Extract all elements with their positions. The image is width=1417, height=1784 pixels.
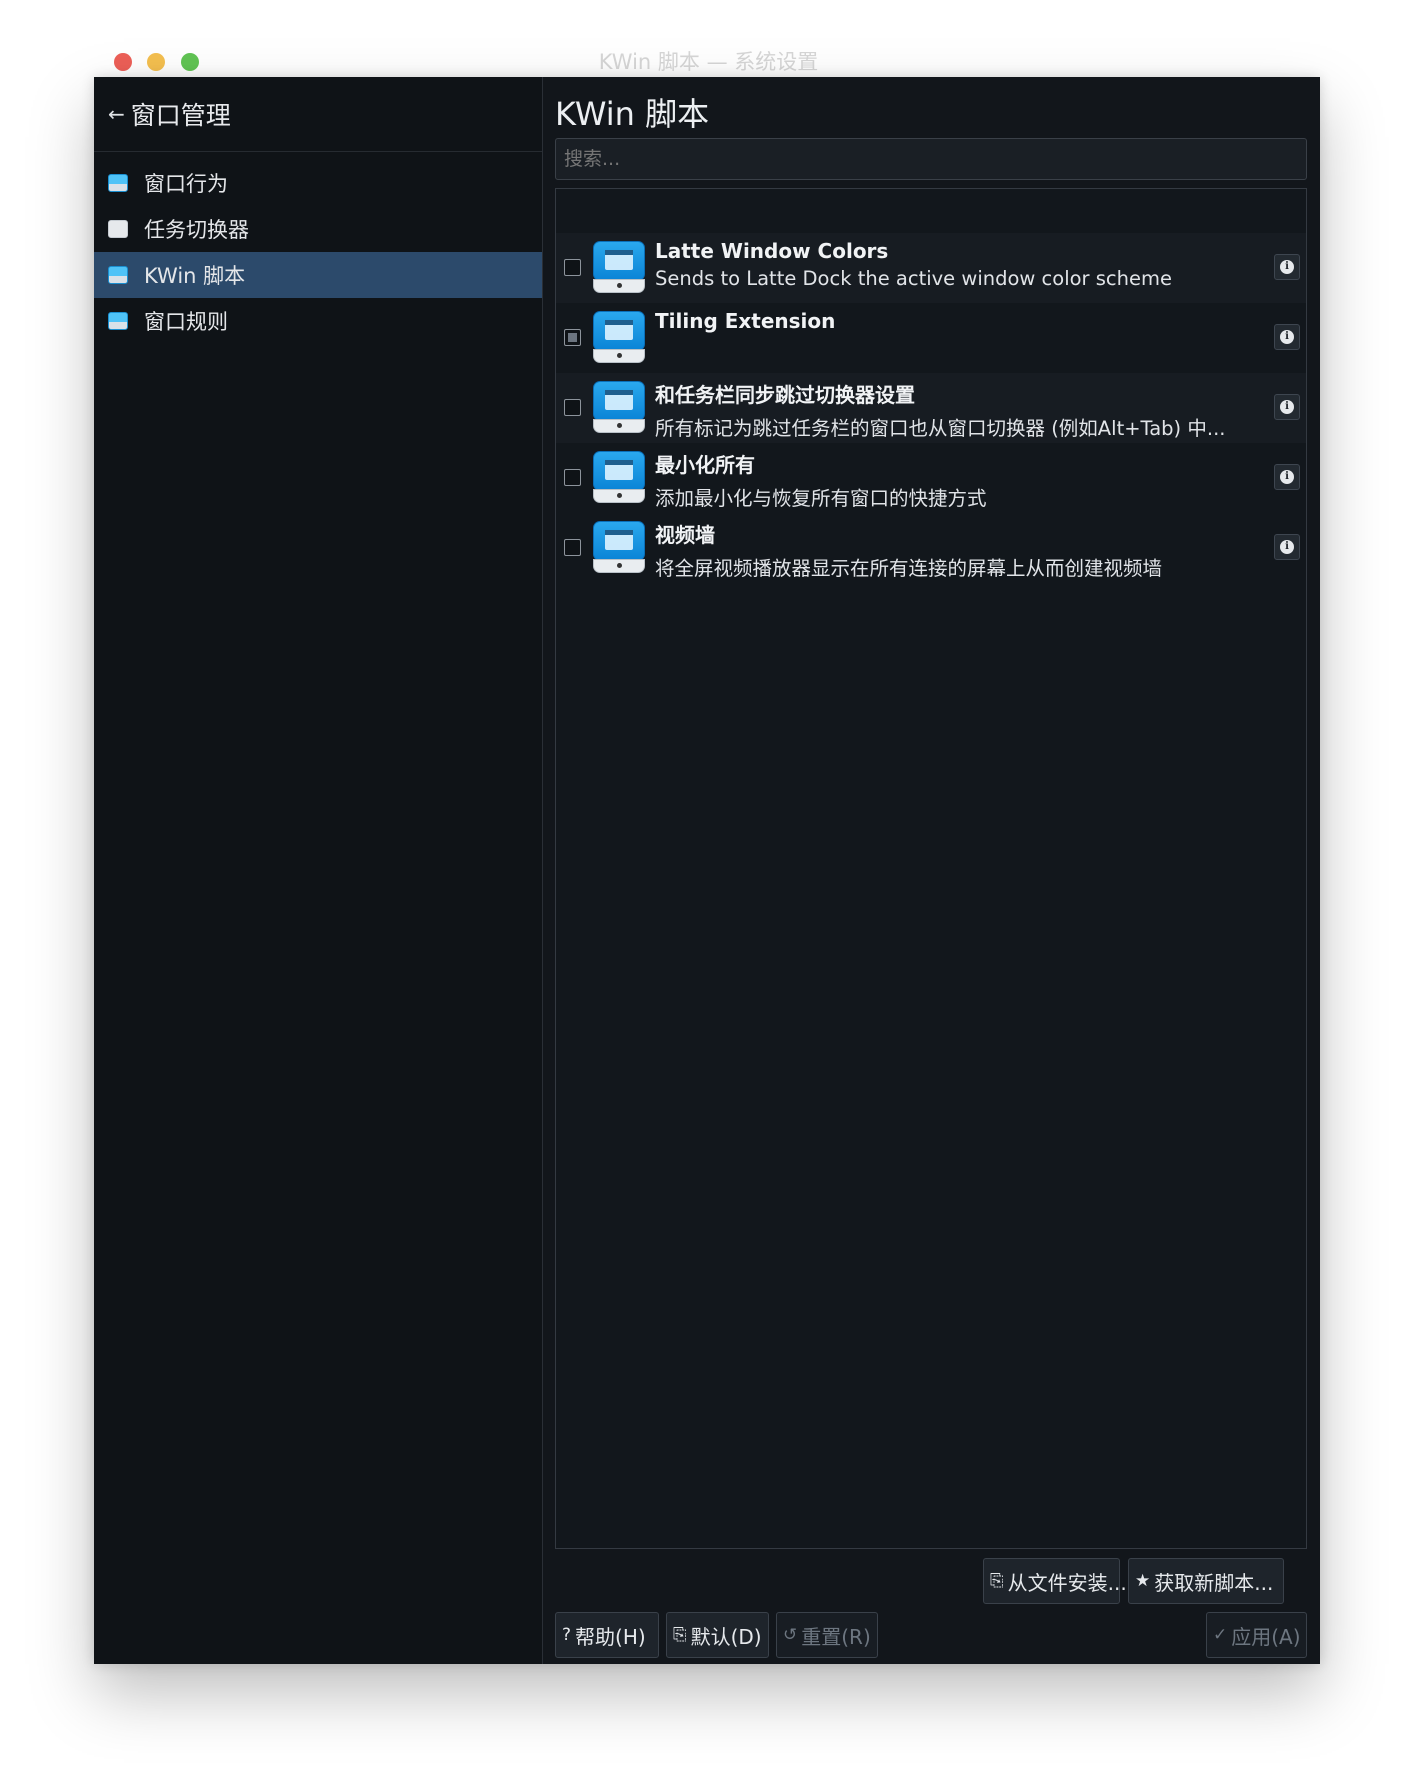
enable-checkbox[interactable]: [564, 469, 581, 486]
default-label: 默认(D): [690, 1624, 762, 1649]
script-app-icon: [593, 521, 645, 575]
defaults-icon: ⎘: [673, 1625, 687, 1645]
sidebar-back-header[interactable]: ← 窗口管理: [94, 77, 542, 152]
list-item[interactable]: 和任务栏同步跳过切换器设置 所有标记为跳过任务栏的窗口也从窗口切换器 (例如Al…: [556, 373, 1306, 443]
info-icon: i: [1280, 400, 1294, 414]
sidebar-item-kwin-scripts[interactable]: KWin 脚本: [94, 252, 542, 298]
window-icon: [108, 266, 128, 284]
list-item[interactable]: 最小化所有 添加最小化与恢复所有窗口的快捷方式 i: [556, 443, 1306, 513]
script-title: 最小化所有: [655, 453, 755, 477]
enable-checkbox[interactable]: [564, 329, 581, 346]
info-icon: i: [1280, 540, 1294, 554]
sidebar-item-window-rules[interactable]: 窗口规则: [94, 298, 542, 344]
sidebar-item-label: 窗口规则: [144, 310, 228, 334]
star-icon: ★: [1135, 1571, 1151, 1591]
apply-label: 应用(A): [1231, 1624, 1301, 1649]
install-icon: ⎘: [990, 1571, 1004, 1591]
about-button[interactable]: i: [1274, 394, 1300, 420]
page-title: KWin 脚本: [555, 95, 710, 133]
sidebar-item-window-behavior[interactable]: 窗口行为: [94, 160, 542, 206]
help-icon: ?: [562, 1625, 572, 1645]
enable-checkbox[interactable]: [564, 539, 581, 556]
undo-icon: ↺: [783, 1625, 798, 1645]
script-description: 所有标记为跳过任务栏的窗口也从窗口切换器 (例如Alt+Tab) 中...: [655, 417, 1226, 440]
install-label: 从文件安装...: [1007, 1570, 1127, 1595]
script-title: Tiling Extension: [655, 309, 836, 333]
info-icon: i: [1280, 330, 1294, 344]
window-title: KWin 脚本 — 系统设置: [598, 50, 819, 74]
sidebar: ← 窗口管理 窗口行为 任务切换器 KWin 脚本 窗口规则: [94, 77, 543, 1664]
script-app-icon: [593, 311, 645, 365]
get-new-scripts-button[interactable]: ★ 获取新脚本...: [1128, 1558, 1284, 1604]
install-from-file-button[interactable]: ⎘ 从文件安装...: [983, 1558, 1127, 1604]
script-app-icon: [593, 241, 645, 295]
box-icon: [108, 220, 128, 238]
sidebar-item-task-switcher[interactable]: 任务切换器: [94, 206, 542, 252]
list-item[interactable]: Latte Window Colors Sends to Latte Dock …: [556, 233, 1306, 303]
sidebar-item-label: 窗口行为: [144, 172, 228, 196]
script-description: 添加最小化与恢复所有窗口的快捷方式: [655, 487, 987, 510]
enable-checkbox[interactable]: [564, 259, 581, 276]
list-item[interactable]: 视频墙 将全屏视频播放器显示在所有连接的屏幕上从而创建视频墙 i: [556, 513, 1306, 583]
sidebar-item-label: KWin 脚本: [144, 264, 246, 288]
scripts-list: Latte Window Colors Sends to Latte Dock …: [555, 188, 1307, 1549]
script-title: 视频墙: [655, 523, 715, 547]
sidebar-list: 窗口行为 任务切换器 KWin 脚本 窗口规则: [94, 152, 542, 344]
help-label: 帮助(H): [575, 1624, 646, 1649]
script-title: Latte Window Colors: [655, 239, 889, 263]
main-panel: KWin 脚本 Latte Window Colors Sends to Lat…: [543, 77, 1320, 1664]
script-app-icon: [593, 381, 645, 435]
sidebar-item-label: 任务切换器: [144, 218, 249, 242]
script-description: Sends to Latte Dock the active window co…: [655, 267, 1172, 290]
script-app-icon: [593, 451, 645, 505]
help-button[interactable]: ? 帮助(H): [555, 1612, 659, 1658]
about-button[interactable]: i: [1274, 324, 1300, 350]
about-button[interactable]: i: [1274, 464, 1300, 490]
search-input[interactable]: [555, 138, 1307, 180]
window-icon: [108, 312, 128, 330]
info-icon: i: [1280, 470, 1294, 484]
system-settings-window: ← 窗口管理 窗口行为 任务切换器 KWin 脚本 窗口规则 KWin 脚本 搜…: [94, 77, 1320, 1664]
checkmark-icon: ✓: [1213, 1625, 1228, 1645]
about-button[interactable]: i: [1274, 254, 1300, 280]
back-arrow-icon[interactable]: ←: [108, 102, 125, 126]
script-title: 和任务栏同步跳过切换器设置: [655, 383, 915, 407]
sidebar-header-label: 窗口管理: [130, 101, 231, 130]
script-description: 将全屏视频播放器显示在所有连接的屏幕上从而创建视频墙: [655, 557, 1163, 580]
get-new-label: 获取新脚本...: [1154, 1570, 1274, 1595]
reset-label: 重置(R): [801, 1624, 871, 1649]
defaults-button[interactable]: ⎘ 默认(D): [666, 1612, 769, 1658]
apply-button[interactable]: ✓ 应用(A): [1206, 1612, 1307, 1658]
about-button[interactable]: i: [1274, 534, 1300, 560]
enable-checkbox[interactable]: [564, 399, 581, 416]
list-item[interactable]: Tiling Extension i: [556, 303, 1306, 373]
info-icon: i: [1280, 260, 1294, 274]
window-icon: [108, 174, 128, 192]
reset-button[interactable]: ↺ 重置(R): [776, 1612, 878, 1658]
